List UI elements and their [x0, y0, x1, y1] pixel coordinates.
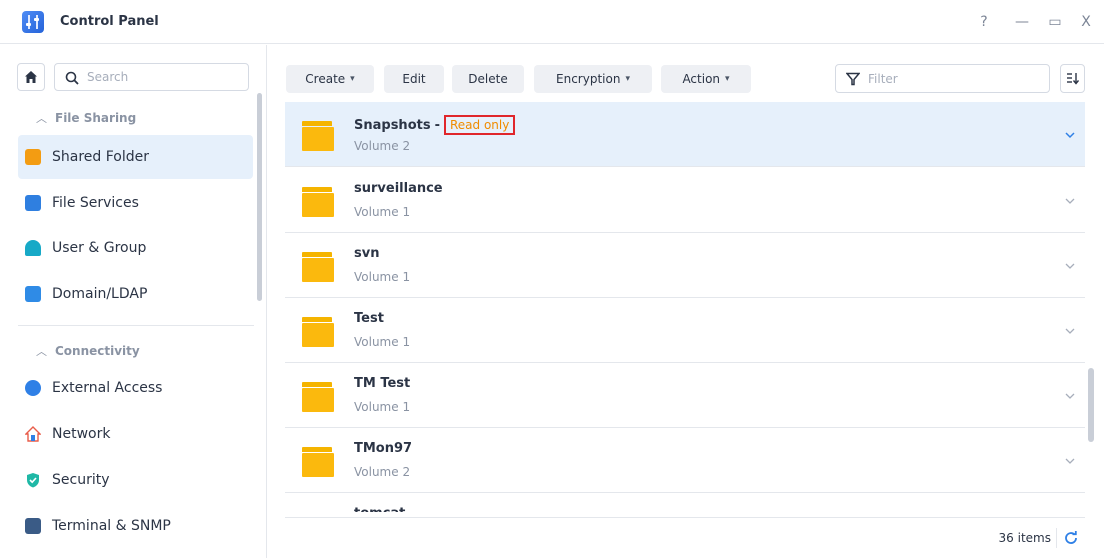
terminal-icon [25, 518, 41, 534]
network-icon [25, 426, 41, 442]
window-title: Control Panel [60, 14, 159, 29]
title-bar: Control Panel ? — ▭ X [0, 0, 1104, 44]
footer-divider [1056, 528, 1057, 548]
chevron-down-icon[interactable] [1063, 194, 1077, 208]
chevron-down-icon[interactable] [1063, 128, 1077, 142]
shared-folder-list: Snapshots - Read only Volume 2 surveilla… [285, 102, 1085, 512]
control-panel-icon [22, 11, 44, 33]
filter-input[interactable] [868, 70, 1038, 88]
folder-volume: Volume 1 [354, 335, 411, 349]
folder-row-snapshots[interactable]: Snapshots - Read only Volume 2 [285, 102, 1085, 167]
domain-ldap-icon [25, 286, 41, 302]
section-header-connectivity[interactable]: ︿ Connectivity [36, 343, 140, 359]
caret-down-icon: ▾ [625, 74, 630, 84]
folder-row-tomcat[interactable]: tomcat [285, 493, 1085, 512]
sidebar-scrollbar[interactable] [257, 93, 262, 301]
list-footer: 36 items [285, 517, 1085, 558]
item-count: 36 items [998, 531, 1051, 545]
help-button[interactable]: ? [974, 11, 994, 33]
shared-folder-icon [25, 149, 41, 165]
sort-icon [1067, 73, 1079, 85]
filter-box [835, 64, 1050, 93]
search-icon [65, 71, 79, 85]
folder-name: svn [354, 246, 380, 261]
folder-icon [302, 121, 334, 151]
list-scrollbar[interactable] [1088, 368, 1094, 442]
sort-button[interactable] [1060, 64, 1085, 93]
folder-icon [302, 317, 334, 347]
folder-name: surveillance [354, 181, 443, 196]
folder-name: tomcat [354, 506, 405, 512]
folder-volume: Volume 2 [354, 465, 411, 479]
edit-button[interactable]: Edit [384, 65, 444, 93]
close-button[interactable]: X [1076, 11, 1096, 33]
create-button[interactable]: Create ▾ [286, 65, 374, 93]
folder-row-svn[interactable]: svn Volume 1 [285, 233, 1085, 298]
sidebar-item-domain-ldap[interactable]: Domain/LDAP [18, 272, 253, 316]
folder-name: Test [354, 311, 384, 326]
action-button[interactable]: Action ▾ [661, 65, 751, 93]
chevron-down-icon[interactable] [1063, 324, 1077, 338]
caret-down-icon: ▾ [350, 74, 355, 84]
folder-name: Snapshots [354, 117, 431, 133]
folder-icon [302, 252, 334, 282]
file-services-icon [25, 195, 41, 211]
sidebar-divider [18, 325, 254, 326]
folder-row-test[interactable]: Test Volume 1 [285, 298, 1085, 363]
folder-volume: Volume 1 [354, 400, 411, 414]
sidebar: ︿ File Sharing Shared Folder File Servic… [0, 45, 267, 558]
user-group-icon [25, 240, 41, 256]
filter-icon [846, 72, 860, 86]
chevron-down-icon[interactable] [1063, 389, 1077, 403]
encryption-button[interactable]: Encryption ▾ [534, 65, 652, 93]
search-input[interactable] [87, 68, 237, 86]
sidebar-item-external-access[interactable]: External Access [18, 366, 253, 410]
chevron-up-icon: ︿ [36, 112, 47, 125]
home-icon [25, 71, 37, 83]
external-access-icon [25, 380, 41, 396]
security-icon [27, 473, 39, 488]
folder-name: TM Test [354, 376, 411, 391]
delete-button[interactable]: Delete [452, 65, 524, 93]
folder-row-surveillance[interactable]: surveillance Volume 1 [285, 168, 1085, 233]
chevron-up-icon: ︿ [36, 345, 47, 358]
sidebar-item-file-services[interactable]: File Services [18, 181, 253, 225]
sidebar-item-user-group[interactable]: User & Group [18, 226, 253, 270]
folder-icon [302, 187, 334, 217]
folder-icon [302, 382, 334, 412]
sidebar-item-shared-folder[interactable]: Shared Folder [18, 135, 253, 179]
name-separator: - [434, 117, 440, 133]
home-button[interactable] [17, 63, 45, 91]
minimize-button[interactable]: — [1012, 11, 1032, 33]
section-header-file-sharing[interactable]: ︿ File Sharing [36, 110, 136, 126]
refresh-icon[interactable] [1063, 530, 1079, 546]
folder-icon [302, 447, 334, 477]
chevron-down-icon[interactable] [1063, 259, 1077, 273]
folder-volume: Volume 2 [354, 139, 411, 153]
main-panel: Create ▾ Edit Delete Encryption ▾ Action ▾ … [268, 45, 1104, 558]
caret-down-icon: ▾ [725, 74, 730, 84]
sidebar-item-security[interactable]: Security [18, 458, 253, 502]
folder-volume: Volume 1 [354, 205, 411, 219]
sidebar-item-terminal-snmp[interactable]: Terminal & SNMP [18, 504, 253, 548]
folder-row-tmon97[interactable]: TMon97 Volume 2 [285, 428, 1085, 493]
chevron-down-icon[interactable] [1063, 454, 1077, 468]
search-box [54, 63, 249, 91]
sidebar-item-network[interactable]: Network [18, 412, 253, 456]
folder-row-tm-test[interactable]: TM Test Volume 1 [285, 363, 1085, 428]
folder-volume: Volume 1 [354, 270, 411, 284]
maximize-button[interactable]: ▭ [1045, 11, 1065, 33]
folder-name: TMon97 [354, 441, 413, 456]
read-only-badge: Read only [443, 115, 516, 135]
